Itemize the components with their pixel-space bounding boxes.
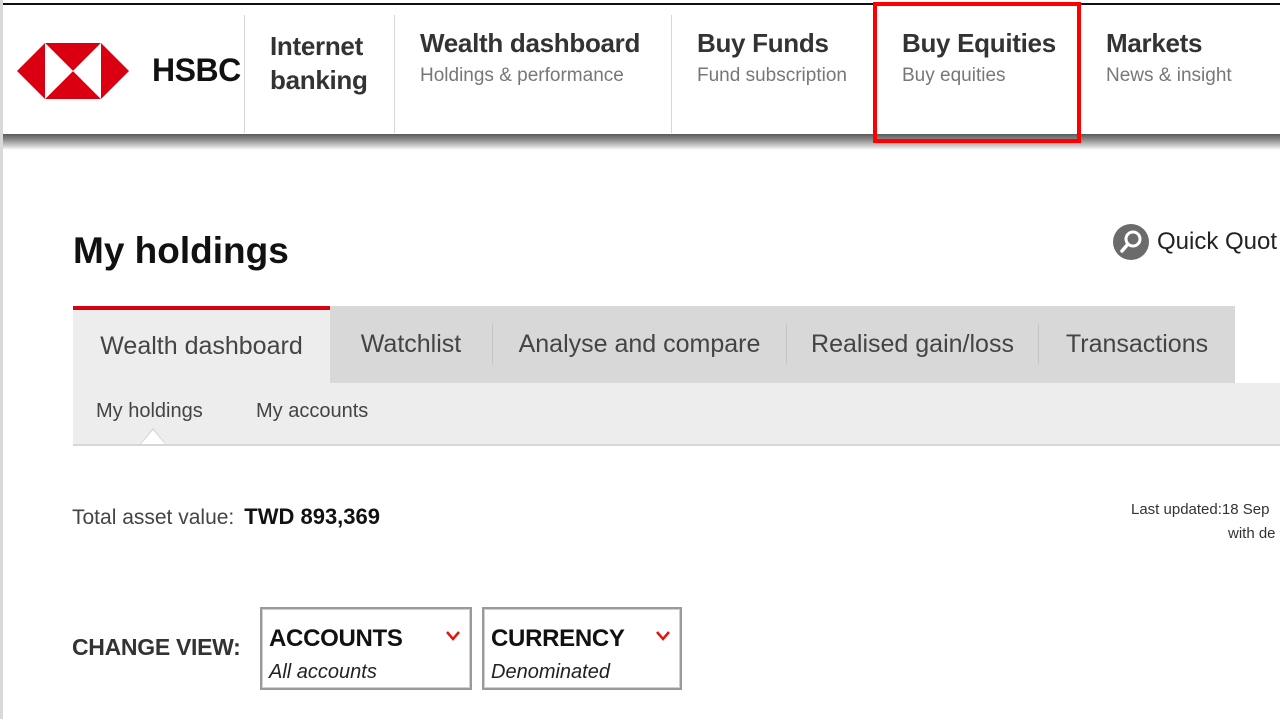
tab-realised-gain-loss[interactable]: Realised gain/loss xyxy=(787,306,1038,383)
nav-subtitle: News & insight xyxy=(1106,65,1232,86)
hsbc-logo[interactable]: HSBC xyxy=(17,39,241,103)
nav-divider xyxy=(244,15,245,133)
last-updated-text: Last updated:18 Sep xyxy=(1131,501,1270,518)
top-navigation: HSBC Internet banking Wealth dashboard H… xyxy=(3,5,1280,135)
chevron-down-icon xyxy=(446,631,460,641)
quick-quote-label: Quick Quot xyxy=(1157,228,1278,255)
main-tabs: Wealth dashboard Watchlist Analyse and c… xyxy=(73,306,1235,383)
currency-dropdown[interactable]: CURRENCY Denominated xyxy=(482,607,682,690)
nav-title: Markets xyxy=(1106,28,1203,58)
nav-markets[interactable]: Markets News & insight xyxy=(1106,27,1232,89)
accounts-dropdown[interactable]: ACCOUNTS All accounts xyxy=(260,607,472,690)
chevron-down-icon xyxy=(656,631,670,641)
last-updated-note: with de xyxy=(1228,525,1276,542)
total-asset-amount: TWD 893,369 xyxy=(244,504,380,529)
highlight-annotation-box xyxy=(873,2,1081,143)
nav-title: Internet xyxy=(270,31,363,61)
nav-divider xyxy=(394,15,395,133)
subtab-my-holdings[interactable]: My holdings xyxy=(96,400,203,423)
window-top-edge xyxy=(3,3,1280,5)
nav-title: Buy Funds xyxy=(697,28,829,58)
nav-divider xyxy=(671,15,672,133)
last-updated: Last updated:18 Sep with de xyxy=(1131,498,1276,546)
accounts-dropdown-value: All accounts xyxy=(269,661,377,683)
tab-analyse-and-compare[interactable]: Analyse and compare xyxy=(493,306,786,383)
nav-subtitle: Holdings & performance xyxy=(420,65,624,86)
total-asset-label: Total asset value: xyxy=(72,506,235,529)
nav-subtitle: Fund subscription xyxy=(697,65,847,86)
currency-dropdown-title: CURRENCY xyxy=(491,625,625,652)
total-asset-value: Total asset value: TWD 893,369 xyxy=(72,504,380,530)
nav-title: banking xyxy=(270,65,368,95)
change-view-label: CHANGE VIEW: xyxy=(72,634,241,660)
nav-wealth-dashboard[interactable]: Wealth dashboard Holdings & performance xyxy=(420,27,640,89)
subtab-my-accounts[interactable]: My accounts xyxy=(256,400,368,423)
active-subtab-indicator-fill xyxy=(141,430,165,444)
header-shadow xyxy=(3,134,1280,150)
nav-internet-banking[interactable]: Internet banking xyxy=(270,29,368,97)
sub-tabs: My holdings My accounts xyxy=(73,383,1280,446)
tab-wealth-dashboard[interactable]: Wealth dashboard xyxy=(73,306,330,383)
nav-title: Wealth dashboard xyxy=(420,28,641,58)
page-title: My holdings xyxy=(73,230,289,271)
tab-transactions[interactable]: Transactions xyxy=(1039,306,1235,383)
quick-quote-button[interactable]: Quick Quot xyxy=(1113,224,1277,260)
accounts-dropdown-title: ACCOUNTS xyxy=(269,625,403,652)
tab-watchlist[interactable]: Watchlist xyxy=(330,306,492,383)
nav-buy-funds[interactable]: Buy Funds Fund subscription xyxy=(697,27,847,89)
search-icon xyxy=(1113,224,1149,260)
hsbc-hexagon-icon xyxy=(17,43,129,99)
currency-dropdown-value: Denominated xyxy=(491,661,610,683)
logo-text: HSBC xyxy=(152,52,241,88)
